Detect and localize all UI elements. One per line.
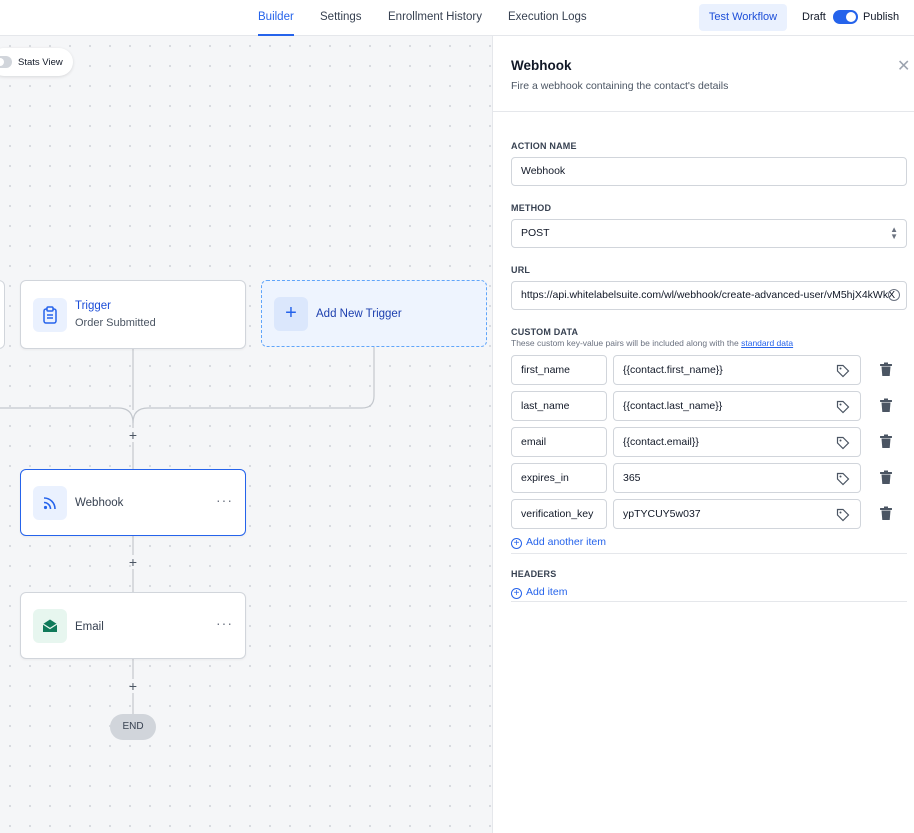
standard-data-link[interactable]: standard data xyxy=(741,338,793,348)
stats-view-toggle[interactable]: Stats View xyxy=(0,48,73,76)
tag-icon[interactable] xyxy=(836,508,850,522)
custom-data-value: {{contact.last_name}} xyxy=(623,400,723,412)
add-step-button[interactable]: + xyxy=(126,679,140,693)
custom-data-value: ypTYCUY5w037 xyxy=(623,508,701,520)
custom-data-key-input[interactable]: email xyxy=(511,427,607,457)
trash-icon[interactable] xyxy=(879,470,893,485)
add-another-item-button[interactable]: + Add another item xyxy=(511,536,606,549)
trigger-node[interactable]: Trigger Order Submitted xyxy=(20,280,246,349)
stats-switch[interactable] xyxy=(0,56,12,68)
method-value: POST xyxy=(521,227,550,239)
tag-icon[interactable] xyxy=(836,400,850,414)
tag-icon[interactable] xyxy=(836,364,850,378)
workflow-canvas[interactable]: Stats View Trigger Order Submitted + Add… xyxy=(0,36,492,833)
publish-label: Publish xyxy=(863,11,900,23)
custom-data-value-input[interactable]: ypTYCUY5w037 xyxy=(613,499,861,529)
plus-circle-icon: + xyxy=(511,588,522,599)
divider xyxy=(511,553,907,554)
custom-data-value-input[interactable]: {{contact.first_name}} xyxy=(613,355,861,385)
plus-circle-icon: + xyxy=(511,538,522,549)
tag-icon[interactable] xyxy=(836,436,850,450)
add-header-item-button[interactable]: + Add item xyxy=(511,586,567,599)
trigger-subtitle: Order Submitted xyxy=(75,317,156,329)
method-label: METHOD xyxy=(511,203,552,213)
custom-data-label: CUSTOM DATA xyxy=(511,327,579,337)
url-input[interactable]: https://api.whitelabelsuite.com/wl/webho… xyxy=(511,281,907,310)
top-nav: Builder Settings Enrollment History Exec… xyxy=(0,0,914,36)
custom-data-key-input[interactable]: verification_key xyxy=(511,499,607,529)
trash-icon[interactable] xyxy=(879,362,893,377)
tab-settings[interactable]: Settings xyxy=(320,0,362,36)
mail-open-icon xyxy=(33,609,67,643)
webhook-node-title: Webhook xyxy=(75,497,124,509)
email-node-title: Email xyxy=(75,621,104,633)
tab-builder[interactable]: Builder xyxy=(258,0,294,36)
divider xyxy=(493,111,914,112)
tab-enrollment-history[interactable]: Enrollment History xyxy=(388,0,482,36)
email-node[interactable]: Email ··· xyxy=(20,592,246,659)
custom-data-value-input[interactable]: {{contact.email}} xyxy=(613,427,861,457)
add-new-trigger-button[interactable]: + Add New Trigger xyxy=(261,280,487,347)
custom-data-key-input[interactable]: expires_in xyxy=(511,463,607,493)
add-step-button[interactable]: + xyxy=(126,428,140,442)
custom-data-row: email {{contact.email}} xyxy=(511,427,907,457)
custom-data-value-input[interactable]: {{contact.last_name}} xyxy=(613,391,861,421)
trash-icon[interactable] xyxy=(879,434,893,449)
trigger-title: Trigger xyxy=(75,300,111,312)
trash-icon[interactable] xyxy=(879,506,893,521)
close-icon[interactable]: ✕ xyxy=(897,56,910,76)
url-label: URL xyxy=(511,265,531,275)
custom-data-row: expires_in 365 xyxy=(511,463,907,493)
add-item-label: Add item xyxy=(526,586,568,598)
clipboard-icon xyxy=(33,298,67,332)
add-step-button[interactable]: + xyxy=(126,555,140,569)
custom-data-value: {{contact.email}} xyxy=(623,436,699,448)
custom-data-value-input[interactable]: 365 xyxy=(613,463,861,493)
divider xyxy=(511,601,907,602)
webhook-settings-panel: Webhook Fire a webhook containing the co… xyxy=(492,36,914,833)
eye-icon[interactable] xyxy=(888,289,900,301)
panel-subtitle: Fire a webhook containing the contact's … xyxy=(511,80,729,92)
custom-data-value: {{contact.first_name}} xyxy=(623,364,723,376)
panel-title: Webhook xyxy=(511,58,572,73)
publish-toggle[interactable] xyxy=(833,10,858,24)
email-more-button[interactable]: ··· xyxy=(216,615,233,631)
add-new-trigger-label: Add New Trigger xyxy=(316,308,402,320)
test-workflow-button[interactable]: Test Workflow xyxy=(699,4,787,31)
action-name-input[interactable]: Webhook xyxy=(511,157,907,186)
custom-data-row: first_name {{contact.first_name}} xyxy=(511,355,907,385)
custom-data-value: 365 xyxy=(623,472,641,484)
action-name-label: ACTION NAME xyxy=(511,141,577,151)
plus-icon: + xyxy=(274,297,308,331)
tag-icon[interactable] xyxy=(836,472,850,486)
method-select[interactable]: POST ▲ ▼ xyxy=(511,219,907,248)
connector-lines xyxy=(0,347,375,714)
custom-data-row: verification_key ypTYCUY5w037 xyxy=(511,499,907,529)
partial-node[interactable] xyxy=(0,280,5,349)
headers-label: HEADERS xyxy=(511,569,557,579)
draft-label: Draft xyxy=(802,11,826,23)
end-node: END xyxy=(110,714,156,740)
add-another-item-label: Add another item xyxy=(526,536,606,548)
webhook-more-button[interactable]: ··· xyxy=(216,492,233,508)
custom-data-key-input[interactable]: first_name xyxy=(511,355,607,385)
custom-data-key-input[interactable]: last_name xyxy=(511,391,607,421)
custom-data-hint: These custom key-value pairs will be inc… xyxy=(511,338,793,348)
url-value: https://api.whitelabelsuite.com/wl/webho… xyxy=(521,289,896,301)
webhook-node[interactable]: Webhook ··· xyxy=(20,469,246,536)
stats-view-label: Stats View xyxy=(18,57,63,68)
select-arrows-icon: ▲ ▼ xyxy=(890,225,898,241)
tab-execution-logs[interactable]: Execution Logs xyxy=(508,0,587,36)
trash-icon[interactable] xyxy=(879,398,893,413)
rss-icon xyxy=(33,486,67,520)
custom-data-row: last_name {{contact.last_name}} xyxy=(511,391,907,421)
custom-data-hint-text: These custom key-value pairs will be inc… xyxy=(511,338,739,348)
